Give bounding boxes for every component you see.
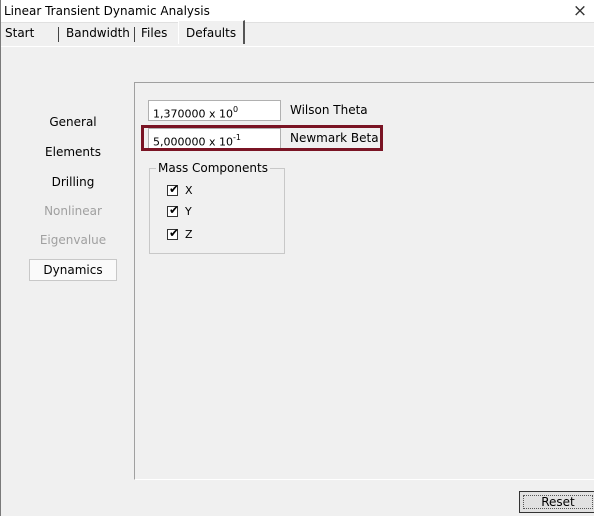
check-icon: ✔ (169, 225, 180, 240)
dialog-window: Linear Transient Dynamic Analysis × Star… (0, 0, 594, 516)
mass-component-z-label: Z (185, 227, 193, 241)
mass-component-y-row[interactable]: ✔ Y (167, 203, 192, 219)
sidebar-item-eigenvalue: Eigenvalue (39, 233, 107, 247)
tab-strip: Start Bandwidth Files Defaults (1, 20, 594, 46)
tab-bandwidth[interactable]: Bandwidth (62, 23, 134, 43)
wilson-theta-mantissa: 1,370000 (153, 107, 206, 121)
sidebar-item-dynamics[interactable]: Dynamics (29, 259, 117, 281)
wilson-theta-field[interactable]: 1,370000 x 100 (148, 100, 281, 121)
check-icon: ✔ (169, 181, 180, 196)
focus-rectangle (523, 495, 593, 509)
mass-component-z-row[interactable]: ✔ Z (167, 226, 193, 242)
tab-separator (58, 27, 59, 42)
mass-component-x-checkbox[interactable]: ✔ (167, 181, 180, 196)
reset-button[interactable]: Reset (519, 491, 594, 513)
close-icon[interactable]: × (565, 0, 594, 22)
tab-start[interactable]: Start (1, 23, 38, 43)
sidebar-item-drilling[interactable]: Drilling (29, 171, 117, 193)
mass-components-title: Mass Components (156, 161, 270, 175)
tab-defaults[interactable]: Defaults (178, 20, 246, 44)
wilson-theta-times: x (209, 107, 216, 121)
mass-component-y-checkbox[interactable]: ✔ (167, 202, 180, 217)
mass-component-y-label: Y (185, 204, 192, 218)
tab-files[interactable]: Files (137, 23, 171, 43)
sidebar-item-nonlinear: Nonlinear (44, 204, 102, 218)
mass-component-x-label: X (185, 183, 193, 197)
tab-separator (134, 27, 135, 42)
wilson-theta-base: 10 (219, 107, 234, 121)
check-icon: ✔ (169, 202, 180, 217)
wilson-theta-exponent: 0 (233, 105, 239, 114)
sidebar-item-elements[interactable]: Elements (29, 141, 117, 163)
mass-component-x-row[interactable]: ✔ X (167, 182, 193, 198)
window-title: Linear Transient Dynamic Analysis (4, 4, 210, 18)
tab-divider (1, 46, 594, 47)
newmark-beta-highlight (141, 125, 383, 151)
title-bar: Linear Transient Dynamic Analysis × (1, 0, 594, 23)
mass-component-z-checkbox[interactable]: ✔ (167, 225, 180, 240)
sidebar-item-general[interactable]: General (29, 111, 117, 133)
wilson-theta-label: Wilson Theta (290, 103, 368, 117)
